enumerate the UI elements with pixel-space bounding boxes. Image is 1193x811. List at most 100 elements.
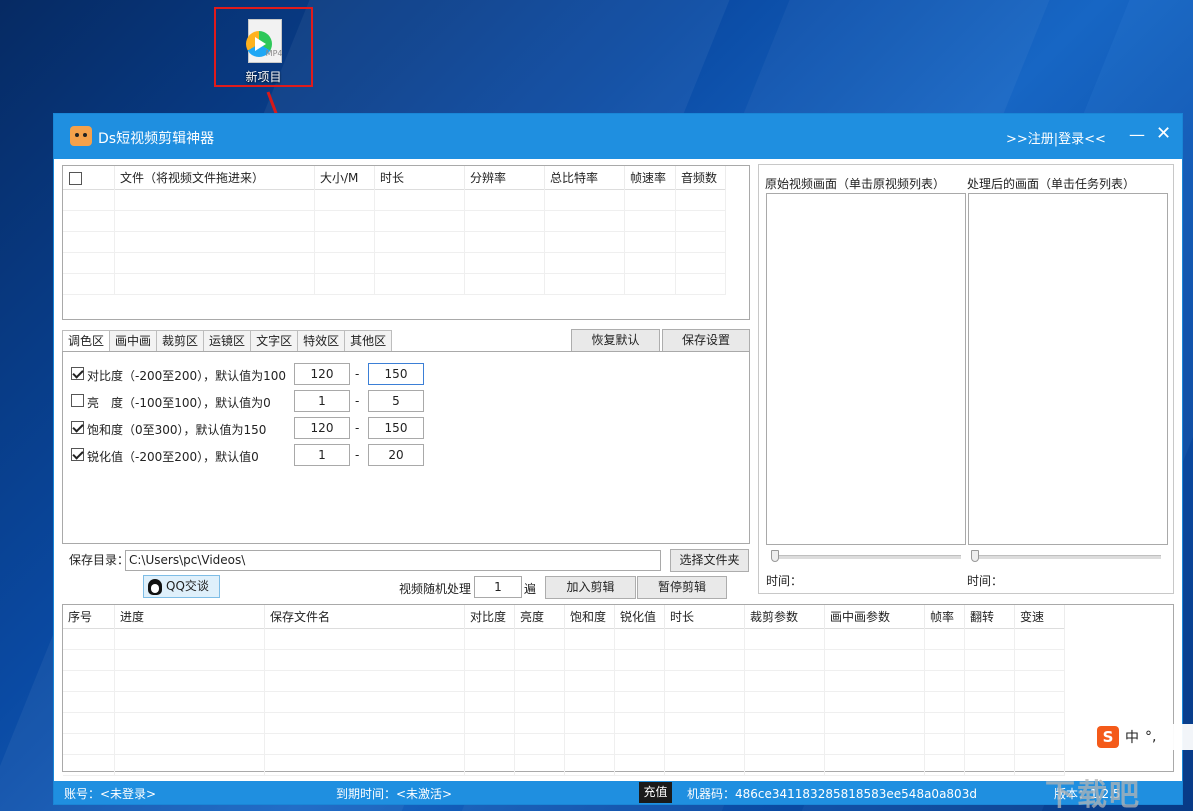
original-time-label: 时间：: [766, 574, 803, 588]
qq-penguin-icon: [148, 579, 162, 595]
desktop-file-icon[interactable]: MP4 新项目: [214, 7, 313, 87]
original-video-preview[interactable]: [766, 193, 966, 545]
video-file-icon: MP4: [245, 19, 283, 64]
save-dir-label: 保存目录：: [69, 553, 130, 567]
task-list-table[interactable]: 序号 进度 保存文件名 对比度 亮度 饱和度 锐化值 时长 裁剪参数 画中画参数…: [62, 604, 1174, 776]
column-header: 翻转: [965, 605, 1015, 629]
random-process-unit: 遍: [524, 582, 537, 596]
file-table-header: 文件（将视频文件拖进来） 大小/M 时长 分辨率 总比特率 帧速率 音频数: [63, 166, 726, 190]
contrast-min-input[interactable]: 120: [294, 363, 350, 385]
sharpen-label: 锐化值（-200至200），默认值0: [87, 450, 259, 464]
close-button[interactable]: ✕: [1156, 123, 1174, 144]
original-seek-track[interactable]: [771, 555, 961, 559]
brightness-checkbox[interactable]: [71, 394, 84, 407]
saturation-label: 饱和度（0至300），默认值为150: [87, 423, 267, 437]
site-watermark: 下载吧: [1045, 778, 1141, 811]
processed-preview-label: 处理后的画面（单击任务列表）: [967, 177, 1136, 191]
tab-pip[interactable]: 画中画: [109, 330, 157, 352]
range-dash: -: [355, 421, 360, 435]
column-header: 帧率: [925, 605, 965, 629]
file-list-table[interactable]: 文件（将视频文件拖进来） 大小/M 时长 分辨率 总比特率 帧速率 音频数: [62, 165, 750, 320]
app-logo-icon: [70, 126, 92, 146]
tab-other[interactable]: 其他区: [344, 330, 393, 352]
save-settings-button[interactable]: 保存设置: [662, 329, 750, 352]
column-header: 音频数: [676, 166, 726, 190]
contrast-checkbox[interactable]: [71, 367, 84, 380]
recharge-button[interactable]: 充值: [639, 782, 672, 803]
processed-time-label: 时间：: [967, 574, 1004, 588]
tab-text[interactable]: 文字区: [250, 330, 298, 352]
random-process-count-input[interactable]: 1: [474, 576, 522, 598]
range-dash: -: [355, 394, 360, 408]
preview-area: 原始视频画面（单击原视频列表） 处理后的画面（单击任务列表） 时间： 时间：: [758, 164, 1174, 594]
qq-chat-label: QQ交谈: [166, 579, 209, 593]
window-title: Ds短视频剪辑神器: [98, 131, 215, 147]
column-header: 变速: [1015, 605, 1065, 629]
processed-seek-track[interactable]: [971, 555, 1161, 559]
app-window: Ds短视频剪辑神器 >>注册|登录<< — ✕ 文件（将视频文件拖进来） 大小/…: [53, 113, 1183, 805]
expire-status: 到期时间：<未激活>: [336, 787, 453, 801]
pause-clip-button[interactable]: 暂停剪辑: [637, 576, 727, 599]
select-all-checkbox[interactable]: [69, 172, 82, 185]
column-header: 文件（将视频文件拖进来）: [115, 166, 315, 190]
column-header: 时长: [375, 166, 465, 190]
range-dash: -: [355, 367, 360, 381]
column-header: 进度: [115, 605, 265, 629]
column-header: 大小/M: [315, 166, 375, 190]
save-dir-input[interactable]: C:\Users\pc\Videos\: [125, 550, 661, 571]
status-bar: 账号：<未登录> 到期时间：<未激活> 充值 机器码：486ce34118328…: [54, 781, 1182, 804]
sogou-ime-icon[interactable]: S: [1097, 726, 1119, 748]
select-all-checkbox-cell[interactable]: [63, 166, 115, 190]
saturation-checkbox[interactable]: [71, 421, 84, 434]
column-header: 对比度: [465, 605, 515, 629]
tab-color[interactable]: 调色区: [62, 330, 110, 352]
tab-crop[interactable]: 裁剪区: [156, 330, 204, 352]
choose-folder-button[interactable]: 选择文件夹: [670, 549, 749, 572]
sharpen-checkbox[interactable]: [71, 448, 84, 461]
brightness-max-input[interactable]: 5: [368, 390, 424, 412]
sharpen-min-input[interactable]: 1: [294, 444, 350, 466]
sharpen-max-input[interactable]: 20: [368, 444, 424, 466]
minimize-button[interactable]: —: [1129, 125, 1147, 144]
original-seek-thumb[interactable]: [771, 550, 779, 562]
saturation-min-input[interactable]: 120: [294, 417, 350, 439]
range-dash: -: [355, 448, 360, 462]
column-header: 分辨率: [465, 166, 545, 190]
original-preview-label: 原始视频画面（单击原视频列表）: [765, 177, 946, 191]
add-clip-button[interactable]: 加入剪辑: [545, 576, 636, 599]
qq-chat-button[interactable]: QQ交谈: [143, 575, 220, 598]
tab-camera-move[interactable]: 运镜区: [203, 330, 251, 352]
file-type-tag: MP4: [265, 49, 283, 58]
ime-punctuation-toggle[interactable]: °,: [1145, 729, 1156, 745]
brightness-min-input[interactable]: 1: [294, 390, 350, 412]
tab-effects[interactable]: 特效区: [297, 330, 345, 352]
color-adjust-panel: 对比度（-200至200），默认值为100 120 - 150 亮 度（-100…: [62, 351, 750, 544]
account-status: 账号：<未登录>: [64, 787, 157, 801]
register-login-link[interactable]: >>注册|登录<<: [1006, 128, 1106, 147]
column-header: 裁剪参数: [745, 605, 825, 629]
column-header: 锐化值: [615, 605, 665, 629]
processed-seek-thumb[interactable]: [971, 550, 979, 562]
column-header: 亮度: [515, 605, 565, 629]
desktop-icon-label: 新项目: [245, 70, 282, 84]
contrast-label: 对比度（-200至200），默认值为100: [87, 369, 287, 383]
column-header: 画中画参数: [825, 605, 925, 629]
brightness-label: 亮 度（-100至100），默认值为0: [87, 396, 271, 410]
restore-default-button[interactable]: 恢复默认: [571, 329, 660, 352]
title-bar: Ds短视频剪辑神器 >>注册|登录<< — ✕: [54, 114, 1182, 159]
saturation-max-input[interactable]: 150: [368, 417, 424, 439]
settings-tabs: 调色区 画中画 裁剪区 运镜区 文字区 特效区 其他区: [62, 330, 393, 352]
column-header: 帧速率: [625, 166, 676, 190]
machine-code: 机器码：486ce341183285818583ee548a0a803d: [687, 787, 977, 801]
column-header: 保存文件名: [265, 605, 465, 629]
task-table-body: [63, 629, 1065, 776]
file-table-body: [63, 190, 726, 295]
contrast-max-input[interactable]: 150: [368, 363, 424, 385]
column-header: 饱和度: [565, 605, 615, 629]
column-header: 总比特率: [545, 166, 625, 190]
ime-language-toggle[interactable]: 中: [1125, 727, 1139, 747]
ime-toolbar[interactable]: S 中 °,: [1093, 724, 1193, 750]
task-table-header: 序号 进度 保存文件名 对比度 亮度 饱和度 锐化值 时长 裁剪参数 画中画参数…: [63, 605, 1065, 629]
processed-video-preview[interactable]: [968, 193, 1168, 545]
random-process-label: 视频随机处理: [399, 582, 472, 596]
